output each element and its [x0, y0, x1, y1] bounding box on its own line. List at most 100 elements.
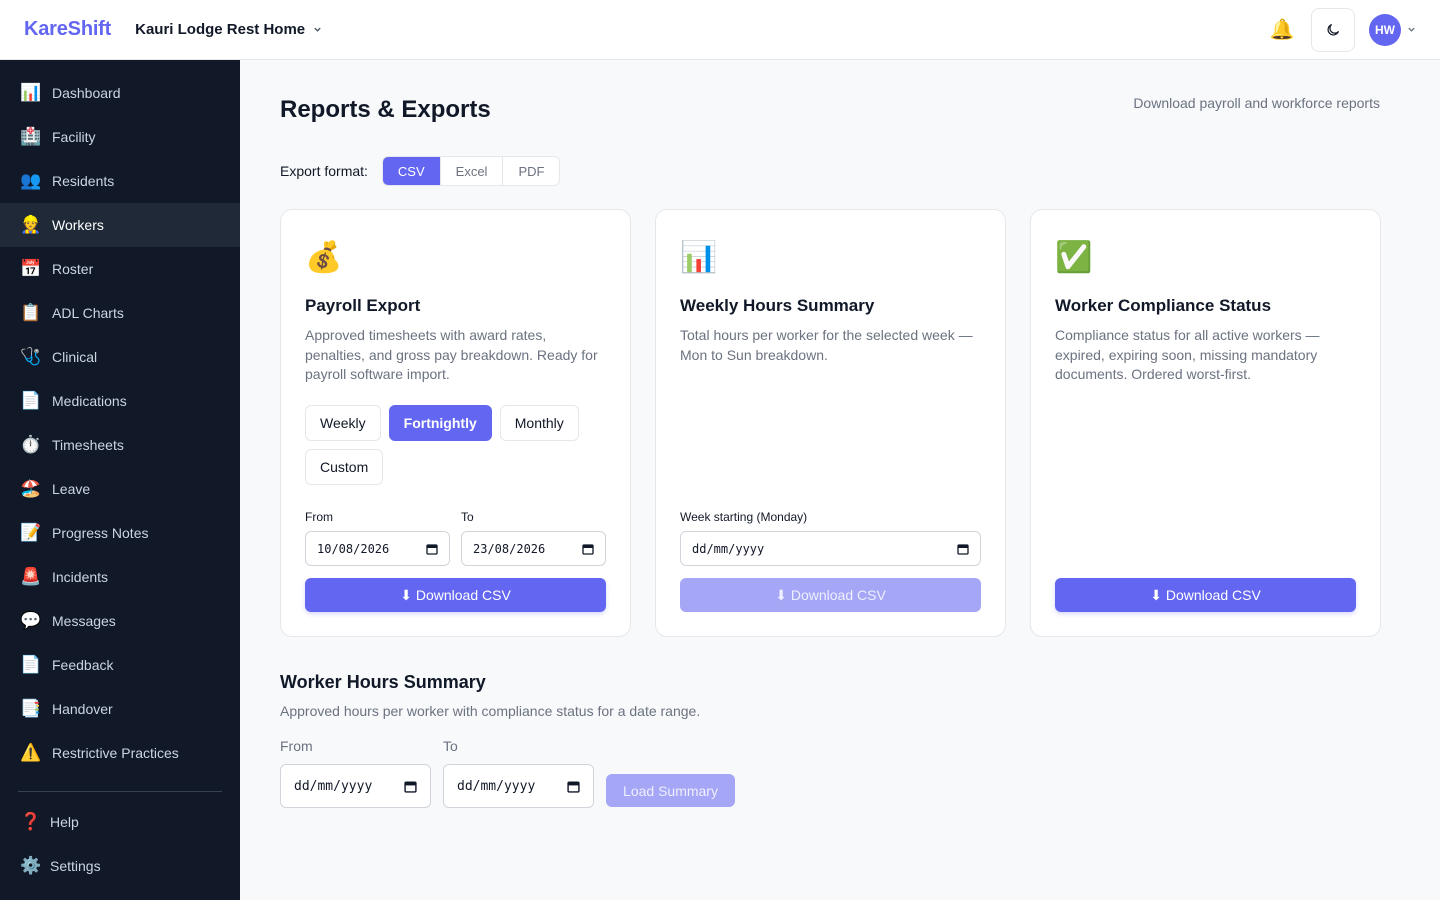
sidebar-item-dashboard[interactable]: 📊 Dashboard [0, 71, 240, 115]
sidebar-item-workers[interactable]: 👷 Workers [0, 203, 240, 247]
sidebar-item-timesheets[interactable]: ⏱️ Timesheets [0, 423, 240, 467]
bar-chart-icon: 📊 [680, 241, 718, 274]
chevron-down-icon [314, 27, 321, 32]
brand-logo[interactable]: KareShift [24, 18, 111, 41]
hospital-icon: 🏥 [20, 127, 42, 146]
theme-toggle-button[interactable] [1311, 7, 1355, 52]
sidebar-item-handover[interactable]: 📑 Handover [0, 687, 240, 731]
facility-selector[interactable]: Kauri Lodge Rest Home [135, 21, 322, 38]
sidebar-item-adl-charts[interactable]: 📋 ADL Charts [0, 291, 240, 335]
period-weekly-button[interactable]: Weekly [305, 405, 381, 441]
weekly-hours-card: 📊 Weekly Hours Summary Total hours per w… [655, 209, 1006, 637]
warning-icon: ⚠️ [20, 743, 42, 762]
question-icon: ❓ [20, 812, 42, 831]
document-icon: 📄 [20, 391, 42, 410]
sidebar-item-label: Roster [52, 261, 94, 277]
bookmark-tabs-icon: 📑 [20, 699, 42, 718]
beach-icon: 🏖️ [20, 479, 42, 498]
summary-from-date-input[interactable]: dd/mm/yyyy [280, 764, 431, 808]
format-csv-button[interactable]: CSV [382, 157, 441, 185]
page-subtitle: Download payroll and workforce reports [1133, 95, 1380, 111]
sidebar-divider [18, 791, 222, 792]
summary-description: Approved hours per worker with complianc… [280, 703, 701, 719]
sidebar-item-settings[interactable]: ⚙️ Settings [0, 844, 240, 888]
sidebar-item-feedback[interactable]: 📄 Feedback [0, 643, 240, 687]
money-bag-icon: 💰 [305, 241, 343, 274]
chevron-down-icon [1408, 27, 1415, 32]
summary-to-date-input[interactable]: dd/mm/yyyy [443, 764, 594, 808]
period-selector: Weekly Fortnightly Monthly Custom [305, 405, 605, 485]
to-label: To [461, 510, 474, 524]
format-excel-button[interactable]: Excel [441, 157, 504, 185]
payroll-export-card: 💰 Payroll Export Approved timesheets wit… [280, 209, 631, 637]
sidebar-item-residents[interactable]: 👥 Residents [0, 159, 240, 203]
sidebar-item-label: Feedback [52, 657, 114, 673]
memo-icon: 📝 [20, 523, 42, 542]
weekly-download-button[interactable]: ⬇ Download CSV [680, 578, 981, 612]
week-starting-date-input[interactable]: dd/mm/yyyy [680, 531, 981, 566]
date-placeholder: dd/mm/yyyy [692, 541, 765, 556]
stopwatch-icon: ⏱️ [20, 435, 42, 454]
people-icon: 👥 [20, 171, 42, 190]
payroll-download-button[interactable]: ⬇ Download CSV [305, 578, 606, 612]
sidebar-item-progress-notes[interactable]: 📝 Progress Notes [0, 511, 240, 555]
sidebar-item-clinical[interactable]: 🩺 Clinical [0, 335, 240, 379]
sidebar-nav: 📊 Dashboard 🏥 Facility 👥 Residents 👷 Workers 📅 Ro… [0, 60, 240, 790]
gear-icon: ⚙️ [20, 856, 42, 875]
sidebar-item-roster[interactable]: 📅 Roster [0, 247, 240, 291]
sidebar-item-facility[interactable]: 🏥 Facility [0, 115, 240, 159]
sidebar-item-label: Timesheets [52, 437, 124, 453]
stethoscope-icon: 🩺 [20, 347, 42, 366]
week-starting-label: Week starting (Monday) [680, 510, 808, 524]
date-value: 23/08/2026 [473, 541, 546, 556]
sidebar-item-label: Dashboard [52, 85, 121, 101]
calendar-icon [567, 780, 580, 793]
sidebar-item-label: Messages [52, 613, 116, 629]
compliance-download-button[interactable]: ⬇ Download CSV [1055, 578, 1356, 612]
period-monthly-button[interactable]: Monthly [499, 405, 579, 441]
summary-to-label: To [443, 738, 458, 754]
calendar-icon [582, 543, 594, 555]
sidebar-item-leave[interactable]: 🏖️ Leave [0, 467, 240, 511]
export-format-toggle: CSV Excel PDF [381, 156, 561, 186]
sidebar-item-label: Help [50, 814, 79, 830]
card-description: Compliance status for all active workers… [1055, 327, 1320, 382]
main-content: Reports & Exports Download payroll and w… [240, 60, 1440, 900]
sidebar: 📊 Dashboard 🏥 Facility 👥 Residents 👷 Workers 📅 Ro… [0, 60, 240, 900]
payroll-to-date-input[interactable]: 23/08/2026 [461, 531, 606, 566]
worker-icon: 👷 [20, 215, 42, 234]
sidebar-item-label: Leave [52, 481, 91, 497]
sidebar-item-label: Incidents [52, 569, 109, 585]
summary-from-label: From [280, 738, 313, 754]
export-format-label: Export format: [280, 163, 368, 179]
payroll-from-date-input[interactable]: 10/08/2026 [305, 531, 450, 566]
sidebar-item-label: Residents [52, 173, 115, 189]
period-fortnightly-button[interactable]: Fortnightly [388, 405, 492, 441]
sidebar-item-label: Progress Notes [52, 525, 149, 541]
document-icon: 📄 [20, 655, 42, 674]
sidebar-item-label: Medications [52, 393, 127, 409]
report-cards: 💰 Payroll Export Approved timesheets wit… [280, 209, 1381, 637]
sidebar-item-label: Settings [50, 858, 101, 874]
sidebar-item-incidents[interactable]: 🚨 Incidents [0, 555, 240, 599]
load-summary-button[interactable]: Load Summary [606, 774, 735, 807]
notification-bell-icon[interactable]: 🔔 [1269, 17, 1295, 43]
speech-bubble-icon: 💬 [20, 611, 42, 630]
facility-name: Kauri Lodge Rest Home [135, 21, 306, 38]
calendar-icon [426, 543, 438, 555]
calendar-icon [404, 780, 417, 793]
sidebar-item-restrictive-practices[interactable]: ⚠️ Restrictive Practices [0, 731, 240, 775]
user-menu[interactable]: HW [1369, 13, 1416, 46]
period-custom-button[interactable]: Custom [305, 449, 384, 485]
sidebar-item-medications[interactable]: 📄 Medications [0, 379, 240, 423]
format-pdf-button[interactable]: PDF [503, 157, 559, 185]
sidebar-item-messages[interactable]: 💬 Messages [0, 599, 240, 643]
avatar: HW [1369, 13, 1401, 46]
sidebar-item-label: Handover [52, 701, 113, 717]
calendar-icon: 📅 [20, 259, 42, 278]
card-description: Approved timesheets with award rates, pe… [305, 327, 598, 382]
compliance-status-card: ✅ Worker Compliance Status Compliance st… [1030, 209, 1381, 637]
sidebar-item-help[interactable]: ❓ Help [0, 800, 240, 844]
export-format-row: Export format: CSV Excel PDF [280, 156, 561, 186]
top-bar: KareShift Kauri Lodge Rest Home 🔔 HW [0, 0, 1440, 60]
